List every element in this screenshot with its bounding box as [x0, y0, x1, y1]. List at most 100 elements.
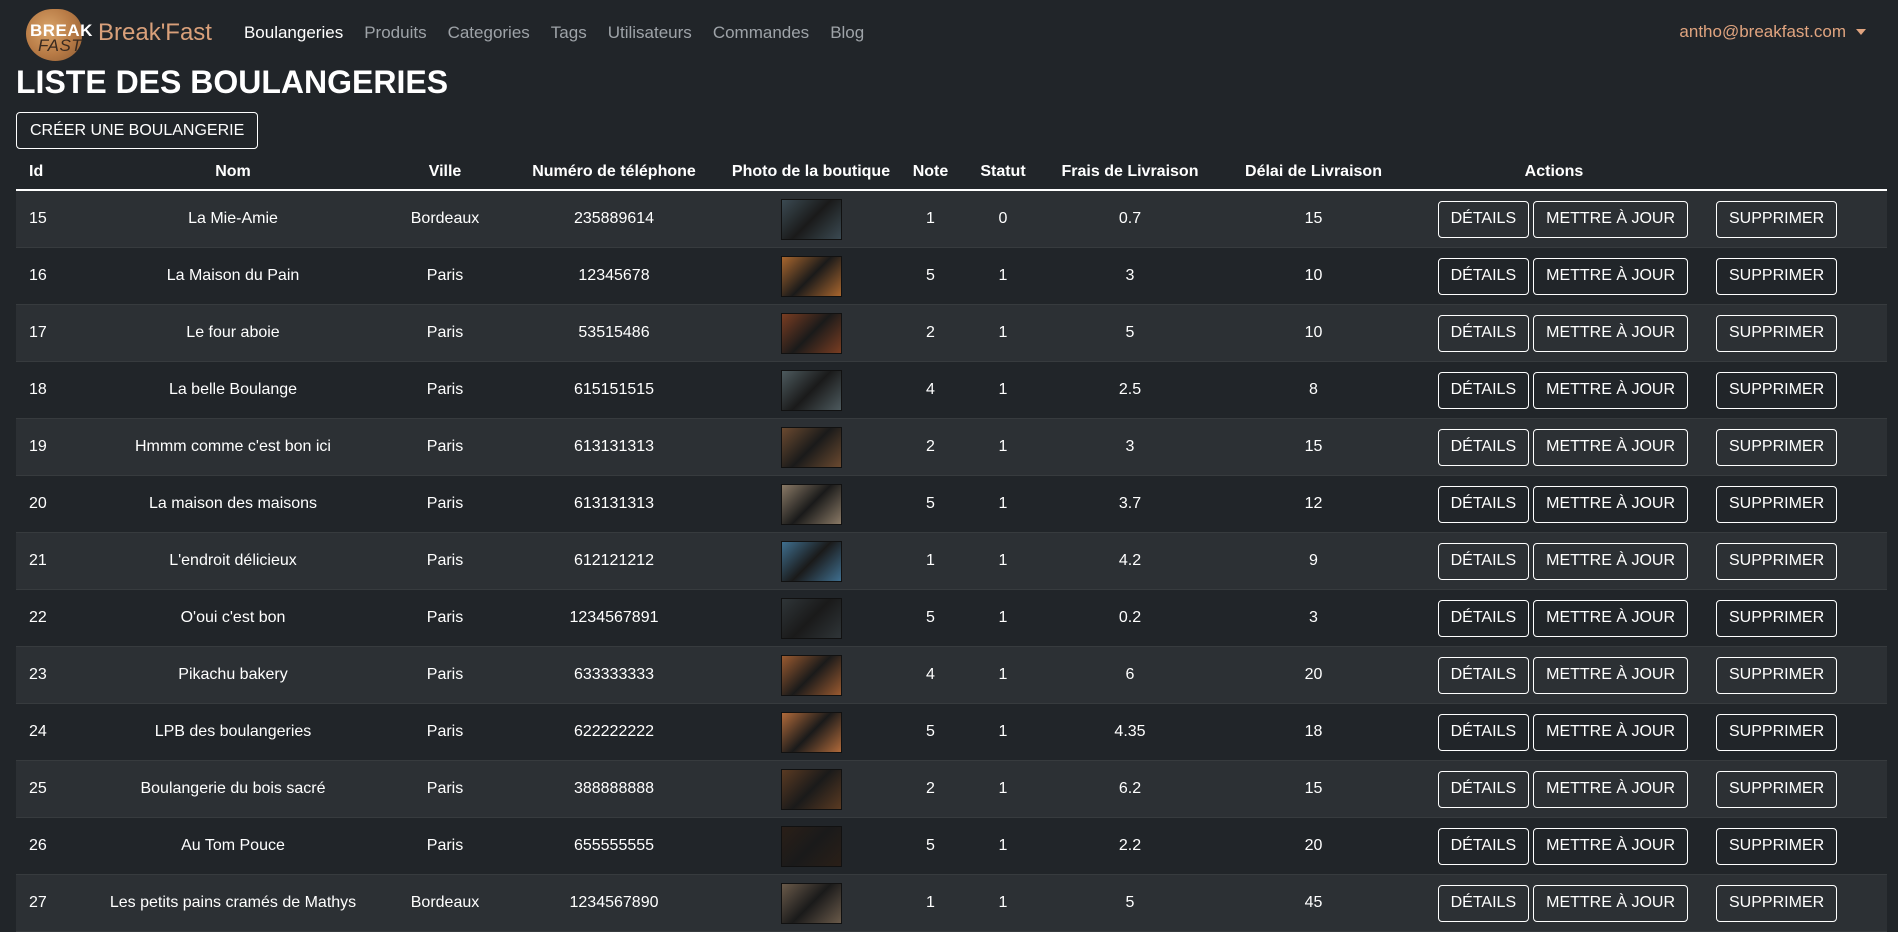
- update-button[interactable]: METTRE À JOUR: [1533, 200, 1688, 238]
- table-body: 15 La Mie-Amie Bordeaux 235889614 1 0 0.7 15 DÉT…: [16, 190, 1887, 932]
- cell-frais: 3: [1039, 247, 1221, 305]
- update-button[interactable]: METTRE À JOUR: [1533, 656, 1688, 694]
- delete-button[interactable]: SUPPRIMER: [1716, 884, 1838, 922]
- header-note: Note: [894, 154, 967, 191]
- nav-link-utilisateurs[interactable]: Utilisateurs: [608, 23, 692, 43]
- update-button[interactable]: METTRE À JOUR: [1533, 884, 1688, 922]
- page-title: LISTE DES BOULANGERIES: [16, 64, 449, 100]
- table-row: 27 Les petits pains cramés de Mathys Borde…: [16, 874, 1887, 932]
- update-button[interactable]: METTRE À JOUR: [1533, 314, 1688, 352]
- cell-frais: 5: [1039, 304, 1221, 362]
- update-button[interactable]: METTRE À JOUR: [1533, 599, 1688, 637]
- details-button[interactable]: DÉTAILS: [1437, 884, 1530, 922]
- cell-note: 1: [894, 532, 967, 590]
- update-button[interactable]: METTRE À JOUR: [1533, 257, 1688, 295]
- cell-frais: 2.5: [1039, 361, 1221, 419]
- header-id: Id: [16, 154, 76, 191]
- cell-nom: Au Tom Pouce: [76, 817, 390, 875]
- cell-photo: [728, 874, 894, 932]
- cell-ville: Bordeaux: [390, 190, 500, 248]
- cell-statut: 1: [967, 874, 1039, 932]
- cell-id: 25: [16, 760, 76, 818]
- create-bakery-button[interactable]: CRÉER UNE BOULANGERIE: [16, 112, 259, 149]
- delete-button[interactable]: SUPPRIMER: [1716, 770, 1838, 808]
- brand-link[interactable]: BREAK FAST Break'Fast: [26, 5, 212, 61]
- header-nom: Nom: [76, 154, 390, 191]
- update-button[interactable]: METTRE À JOUR: [1533, 542, 1688, 580]
- nav-link-produits[interactable]: Produits: [364, 23, 426, 43]
- bakery-photo: [780, 882, 842, 924]
- details-button[interactable]: DÉTAILS: [1437, 599, 1530, 637]
- nav-link-boulangeries[interactable]: Boulangeries: [244, 23, 343, 43]
- cell-statut: 1: [967, 532, 1039, 590]
- details-button[interactable]: DÉTAILS: [1437, 770, 1530, 808]
- header-frais: Frais de Livraison: [1039, 154, 1221, 191]
- delete-button[interactable]: SUPPRIMER: [1716, 257, 1838, 295]
- cell-actions: DÉTAILS METTRE À JOUR: [1406, 874, 1702, 932]
- cell-delai: 18: [1221, 703, 1406, 761]
- nav-link-commandes[interactable]: Commandes: [713, 23, 809, 43]
- cell-delai: 10: [1221, 304, 1406, 362]
- nav-link-blog[interactable]: Blog: [830, 23, 864, 43]
- cell-telephone: 12345678: [500, 247, 728, 305]
- cell-telephone: 622222222: [500, 703, 728, 761]
- cell-ville: Paris: [390, 817, 500, 875]
- cell-statut: 1: [967, 418, 1039, 476]
- cell-frais: 3.7: [1039, 475, 1221, 533]
- cell-id: 21: [16, 532, 76, 590]
- cell-statut: 1: [967, 589, 1039, 647]
- cell-id: 17: [16, 304, 76, 362]
- delete-button[interactable]: SUPPRIMER: [1716, 428, 1838, 466]
- details-button[interactable]: DÉTAILS: [1437, 257, 1530, 295]
- table-row: 21 L'endroit délicieux Paris 612121212 1 1 4.2…: [16, 532, 1887, 590]
- update-button[interactable]: METTRE À JOUR: [1533, 371, 1688, 409]
- delete-button[interactable]: SUPPRIMER: [1716, 314, 1838, 352]
- details-button[interactable]: DÉTAILS: [1437, 827, 1530, 865]
- details-button[interactable]: DÉTAILS: [1437, 713, 1530, 751]
- cell-photo: [728, 532, 894, 590]
- delete-button[interactable]: SUPPRIMER: [1716, 713, 1838, 751]
- details-button[interactable]: DÉTAILS: [1437, 428, 1530, 466]
- update-button[interactable]: METTRE À JOUR: [1533, 770, 1688, 808]
- delete-button[interactable]: SUPPRIMER: [1716, 485, 1838, 523]
- details-button[interactable]: DÉTAILS: [1437, 656, 1530, 694]
- cell-ville: Paris: [390, 589, 500, 647]
- cell-telephone: 613131313: [500, 475, 728, 533]
- cell-nom: Les petits pains cramés de Mathys: [76, 874, 390, 932]
- bakery-photo: [780, 369, 842, 411]
- cell-statut: 1: [967, 361, 1039, 419]
- delete-button[interactable]: SUPPRIMER: [1716, 827, 1838, 865]
- cell-photo: [728, 589, 894, 647]
- details-button[interactable]: DÉTAILS: [1437, 314, 1530, 352]
- update-button[interactable]: METTRE À JOUR: [1533, 485, 1688, 523]
- table-row: 17 Le four aboie Paris 53515486 2 1 5 10 DÉTAILS…: [16, 304, 1887, 362]
- table-header-row: Id Nom Ville Numéro de téléphone Photo d…: [16, 154, 1887, 191]
- top-navbar: BREAK FAST Break'Fast Boulangeries Produi…: [0, 0, 1898, 66]
- bakery-photo: [780, 825, 842, 867]
- table-row: 20 La maison des maisons Paris 613131313 5 1 3…: [16, 475, 1887, 533]
- cell-actions: DÉTAILS METTRE À JOUR: [1406, 247, 1702, 305]
- cell-statut: 0: [967, 190, 1039, 248]
- user-email: antho@breakfast.com: [1679, 22, 1846, 41]
- bakery-photo: [780, 768, 842, 810]
- details-button[interactable]: DÉTAILS: [1437, 371, 1530, 409]
- delete-button[interactable]: SUPPRIMER: [1716, 599, 1838, 637]
- cell-delete: SUPPRIMER: [1702, 646, 1887, 704]
- user-dropdown[interactable]: antho@breakfast.com: [1679, 22, 1866, 42]
- delete-button[interactable]: SUPPRIMER: [1716, 371, 1838, 409]
- nav-link-tags[interactable]: Tags: [551, 23, 587, 43]
- update-button[interactable]: METTRE À JOUR: [1533, 827, 1688, 865]
- update-button[interactable]: METTRE À JOUR: [1533, 428, 1688, 466]
- nav-link-categories[interactable]: Categories: [448, 23, 530, 43]
- delete-button[interactable]: SUPPRIMER: [1716, 656, 1838, 694]
- cell-nom: La maison des maisons: [76, 475, 390, 533]
- cell-nom: O'oui c'est bon: [76, 589, 390, 647]
- update-button[interactable]: METTRE À JOUR: [1533, 713, 1688, 751]
- details-button[interactable]: DÉTAILS: [1437, 542, 1530, 580]
- details-button[interactable]: DÉTAILS: [1437, 485, 1530, 523]
- breakfast-logo: BREAK FAST: [26, 5, 92, 61]
- delete-button[interactable]: SUPPRIMER: [1716, 200, 1838, 238]
- details-button[interactable]: DÉTAILS: [1437, 200, 1530, 238]
- delete-button[interactable]: SUPPRIMER: [1716, 542, 1838, 580]
- cell-nom: L'endroit délicieux: [76, 532, 390, 590]
